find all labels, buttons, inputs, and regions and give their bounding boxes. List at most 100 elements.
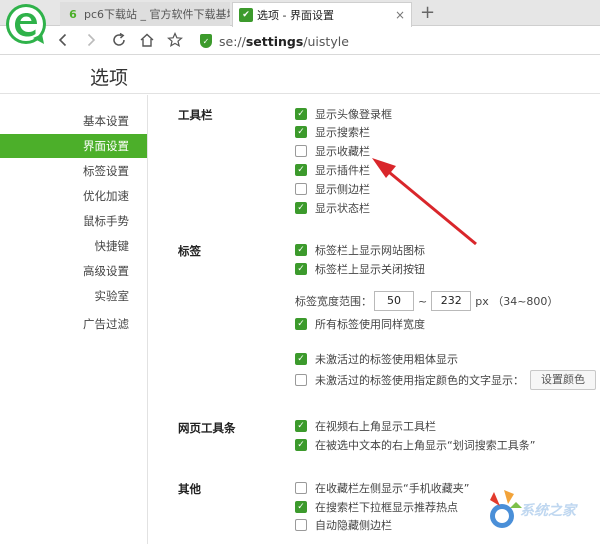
option-label: 标签栏上显示关闭按钮 <box>315 263 425 276</box>
close-tab-icon[interactable]: × <box>395 8 405 22</box>
tab-width-min-input[interactable]: 50 <box>374 291 414 311</box>
set-color-button[interactable]: 设置颜色 <box>530 370 596 390</box>
tab-title: 选项 - 界面设置 <box>257 9 334 22</box>
checkbox-checked[interactable]: ✓ <box>295 202 307 214</box>
home-button[interactable] <box>136 29 158 51</box>
option-show-avatar-login[interactable]: ✓ 显示头像登录框 <box>295 106 392 122</box>
checkbox-unchecked[interactable] <box>295 374 307 386</box>
option-show-status-bar[interactable]: ✓ 显示状态栏 <box>295 200 370 216</box>
option-same-tab-width[interactable]: ✓ 所有标签使用同样宽度 <box>295 316 425 332</box>
option-label: 在视频右上角显示工具栏 <box>315 420 436 433</box>
tab-width-range: 标签宽度范围： 50 ~ 232 px （34~800） <box>295 291 558 311</box>
sidebar-item-lab[interactable]: 实验室 <box>0 284 147 308</box>
checkbox-checked[interactable]: ✓ <box>295 244 307 256</box>
checkbox-checked[interactable]: ✓ <box>295 263 307 275</box>
checkbox-checked[interactable]: ✓ <box>295 108 307 120</box>
range-separator: ~ <box>418 294 428 308</box>
checkbox-checked[interactable]: ✓ <box>295 126 307 138</box>
sidebar-item-basic[interactable]: 基本设置 <box>0 109 147 133</box>
navigation-toolbar: ✓ se:// settings /uistyle <box>0 27 600 55</box>
browser-logo-icon[interactable] <box>4 2 48 46</box>
section-title-other: 其他 <box>178 482 201 496</box>
option-label: 显示收藏栏 <box>315 145 370 158</box>
sidebar-item-gestures[interactable]: 鼠标手势 <box>0 209 147 233</box>
sidebar-item-adblock[interactable]: 广告过滤 <box>0 312 147 336</box>
page-title: 选项 <box>90 67 129 89</box>
option-label: 标签栏上显示网站图标 <box>315 244 425 257</box>
checkbox-unchecked[interactable] <box>295 519 307 531</box>
chevron-right-icon <box>87 33 96 47</box>
option-inactive-color[interactable]: 未激活过的标签使用指定颜色的文字显示： 设置颜色 <box>295 370 596 390</box>
tab-width-unit: px （34~800） <box>475 295 559 308</box>
checkbox-checked[interactable]: ✓ <box>295 318 307 330</box>
forward-button[interactable] <box>80 29 102 51</box>
watermark: 系统之家 <box>480 486 596 536</box>
option-auto-hide-sidebar[interactable]: 自动隐藏侧边栏 <box>295 517 392 533</box>
option-label: 自动隐藏侧边栏 <box>315 519 392 532</box>
page-header: 选项 <box>0 56 600 94</box>
checkbox-unchecked[interactable] <box>295 183 307 195</box>
option-tab-show-favicon[interactable]: ✓ 标签栏上显示网站图标 <box>295 242 425 258</box>
home-icon <box>140 33 154 47</box>
sidebar-item-interface[interactable]: 界面设置 <box>0 134 147 158</box>
watermark-logo-icon <box>490 490 522 528</box>
checkbox-unchecked[interactable] <box>295 482 307 494</box>
back-button[interactable] <box>52 29 74 51</box>
option-selection-search-toolbar[interactable]: ✓ 在被选中文本的右上角显示“划词搜索工具条” <box>295 437 535 453</box>
checkbox-checked[interactable]: ✓ <box>295 353 307 365</box>
pc6-favicon-icon: 6 <box>69 7 77 21</box>
sidebar-item-shortcuts[interactable]: 快捷键 <box>0 234 147 258</box>
checkbox-checked[interactable]: ✓ <box>295 164 307 176</box>
option-label: 在搜索栏下拉框显示推荐热点 <box>315 501 458 514</box>
settings-content: 工具栏 ✓ 显示头像登录框 ✓ 显示搜索栏 显示收藏栏 ✓ 显示插件栏 显示侧边栏 ✓… <box>149 95 600 544</box>
option-label: 显示侧边栏 <box>315 183 370 196</box>
tab-strip: 6 pc6下载站 _ 官方软件下载基地 ✔ 选项 - 界面设置 × + <box>0 0 600 27</box>
tab-pc6[interactable]: 6 pc6下载站 _ 官方软件下载基地 <box>60 2 230 26</box>
chevron-left-icon <box>58 33 67 47</box>
option-tab-show-close[interactable]: ✓ 标签栏上显示关闭按钮 <box>295 261 425 277</box>
option-label: 未激活过的标签使用粗体显示 <box>315 353 458 366</box>
security-shield-icon: ✓ <box>200 34 212 48</box>
settings-favicon-icon: ✔ <box>239 8 253 22</box>
url-path: /uistyle <box>303 33 349 49</box>
tab-width-max-input[interactable]: 232 <box>431 291 472 311</box>
option-label: 在收藏栏左侧显示“手机收藏夹” <box>315 482 470 495</box>
checkbox-checked[interactable]: ✓ <box>295 420 307 432</box>
new-tab-button[interactable]: + <box>420 3 435 23</box>
section-title-tabs: 标签 <box>178 244 201 258</box>
tab-title: pc6下载站 _ 官方软件下载基地 <box>84 8 230 21</box>
sidebar-item-optimize[interactable]: 优化加速 <box>0 184 147 208</box>
option-label: 显示状态栏 <box>315 202 370 215</box>
address-bar[interactable]: ✓ se:// settings /uistyle <box>200 31 590 51</box>
checkbox-checked[interactable]: ✓ <box>295 501 307 513</box>
option-label: 在被选中文本的右上角显示“划词搜索工具条” <box>315 439 536 452</box>
option-show-plugin-bar[interactable]: ✓ 显示插件栏 <box>295 162 370 178</box>
sidebar-item-tabs[interactable]: 标签设置 <box>0 159 147 183</box>
url-scheme: se:// <box>219 33 246 49</box>
tab-settings[interactable]: ✔ 选项 - 界面设置 × <box>232 2 412 27</box>
option-label: 显示头像登录框 <box>315 108 392 121</box>
tab-width-label: 标签宽度范围： <box>295 295 372 308</box>
watermark-text: 系统之家 <box>520 503 576 519</box>
checkbox-checked[interactable]: ✓ <box>295 439 307 451</box>
option-label: 显示插件栏 <box>315 164 370 177</box>
bookmark-button[interactable] <box>164 29 186 51</box>
settings-sidebar: 基本设置 界面设置 标签设置 优化加速 鼠标手势 快捷键 高级设置 实验室 广告… <box>0 95 148 544</box>
checkbox-unchecked[interactable] <box>295 145 307 157</box>
reload-icon <box>113 32 125 46</box>
section-title-toolbar: 工具栏 <box>178 108 213 122</box>
option-label: 所有标签使用同样宽度 <box>315 318 425 331</box>
url-host: settings <box>245 33 304 49</box>
option-label: 显示搜索栏 <box>315 126 370 139</box>
sidebar-item-advanced[interactable]: 高级设置 <box>0 259 147 283</box>
reload-button[interactable] <box>108 29 130 51</box>
option-show-favorites-bar[interactable]: 显示收藏栏 <box>295 143 370 159</box>
option-show-sidebar[interactable]: 显示侧边栏 <box>295 181 370 197</box>
option-mobile-favorites[interactable]: 在收藏栏左侧显示“手机收藏夹” <box>295 480 469 496</box>
option-label: 未激活过的标签使用指定颜色的文字显示： <box>315 374 524 387</box>
star-icon <box>167 32 183 48</box>
option-show-search-bar[interactable]: ✓ 显示搜索栏 <box>295 124 370 140</box>
option-video-toolbar[interactable]: ✓ 在视频右上角显示工具栏 <box>295 418 436 434</box>
option-search-hot-recommend[interactable]: ✓ 在搜索栏下拉框显示推荐热点 <box>295 499 458 515</box>
option-inactive-bold[interactable]: ✓ 未激活过的标签使用粗体显示 <box>295 351 458 367</box>
